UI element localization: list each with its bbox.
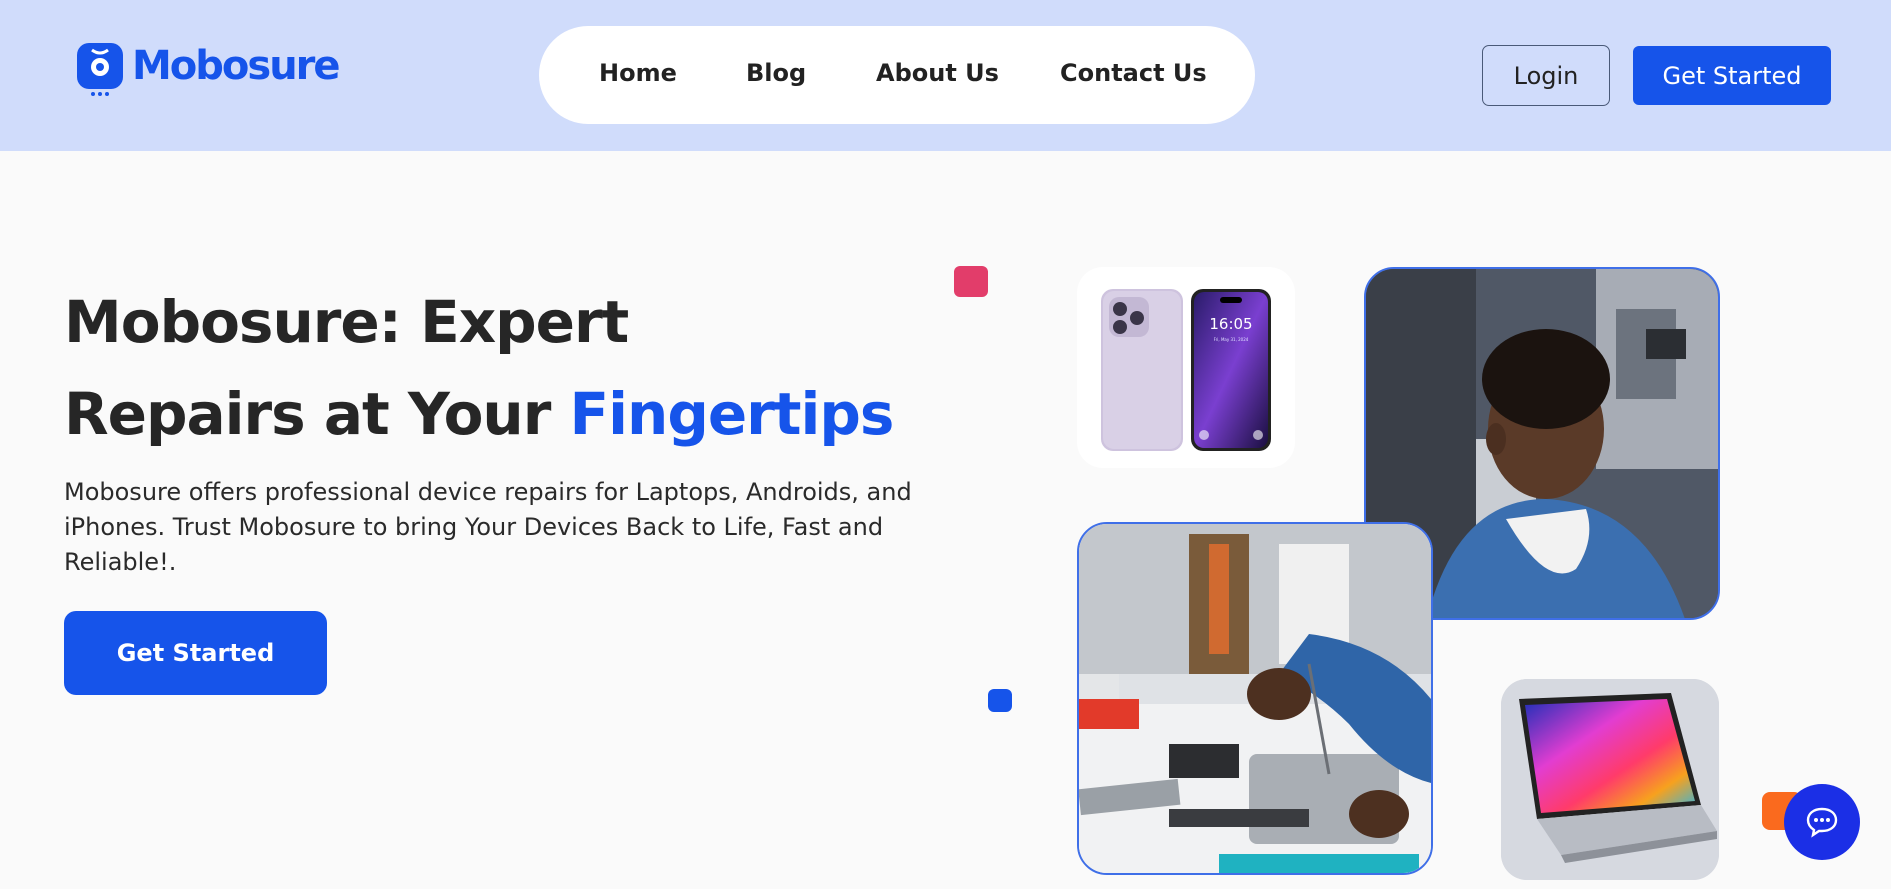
phones-image: 16:05 Fri, May 31, 2024: [1077, 267, 1295, 468]
hero-title: Mobosure: Expert Repairs at Your Fingert…: [64, 276, 895, 460]
mobosure-logo-icon: [76, 42, 126, 98]
login-button[interactable]: Login: [1482, 45, 1610, 106]
nav-item-contact-us[interactable]: Contact Us: [1060, 59, 1207, 87]
repair-bench-image: [1077, 522, 1433, 875]
hero-title-line1: Mobosure: Expert: [64, 288, 629, 356]
chat-button[interactable]: [1784, 784, 1860, 860]
nav-item-blog[interactable]: Blog: [746, 59, 806, 87]
hero-description: Mobosure offers professional device repa…: [64, 478, 912, 576]
decorative-square-blue: [988, 689, 1012, 712]
decorative-square-pink: [954, 266, 988, 297]
hero-title-accent: Fingertips: [569, 380, 895, 448]
chat-bubble-icon: [1806, 807, 1838, 838]
brand-name: Mobosure: [132, 43, 341, 89]
site-header: Mobosure Home Blog About Us Contact Us L…: [0, 0, 1891, 151]
main-nav: Home Blog About Us Contact Us: [539, 26, 1255, 124]
brand-logo[interactable]: Mobosure: [76, 42, 341, 98]
nav-item-home[interactable]: Home: [599, 59, 677, 87]
header-get-started-button[interactable]: Get Started: [1633, 46, 1831, 105]
nav-item-about-us[interactable]: About Us: [876, 59, 999, 87]
laptop-image: [1501, 679, 1719, 880]
phone-clock-text: 16:05: [1209, 315, 1252, 333]
hero-get-started-button[interactable]: Get Started: [64, 611, 327, 695]
hero-title-line2: Repairs at Your: [64, 380, 570, 448]
phone-date-text: Fri, May 31, 2024: [1214, 337, 1249, 342]
